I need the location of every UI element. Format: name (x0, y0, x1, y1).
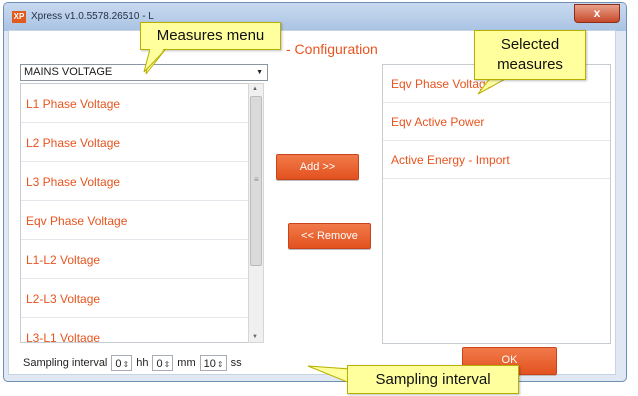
measures-list[interactable]: L1 Phase Voltage L2 Phase Voltage L3 Pha… (20, 83, 264, 343)
list-item[interactable]: Eqv Phase Voltage (21, 201, 263, 240)
minutes-value: 0 (156, 358, 163, 370)
seconds-stepper[interactable]: 10⇕ (199, 355, 227, 371)
stepper-arrows-icon[interactable]: ⇕ (123, 360, 130, 369)
measures-menu-callout-pointer (143, 46, 167, 73)
selected-measures-callout: Selected measures (474, 30, 586, 80)
list-item[interactable]: L3-L1 Voltage (21, 318, 263, 342)
scroll-down-arrow-icon[interactable]: ▼ (252, 334, 258, 340)
page-title: - Configuration (286, 41, 378, 57)
sampling-interval-label: Sampling interval (23, 357, 108, 369)
stepper-arrows-icon[interactable]: ⇕ (164, 360, 171, 369)
scrollbar-thumb[interactable]: ≡ (250, 96, 262, 266)
list-item[interactable]: L2-L3 Voltage (21, 279, 263, 318)
app-logo-icon: XP (12, 11, 26, 23)
seconds-unit-label: ss (230, 357, 242, 369)
minutes-unit-label: mm (177, 357, 196, 369)
title-bar[interactable]: XP Xpress v1.0.5578.26510 - L x (4, 3, 626, 31)
chevron-down-icon[interactable]: ▼ (256, 65, 263, 80)
seconds-value: 10 (203, 358, 216, 370)
remove-button[interactable]: << Remove (288, 223, 371, 249)
list-item[interactable]: L3 Phase Voltage (21, 162, 263, 201)
scroll-up-arrow-icon[interactable]: ▲ (252, 86, 258, 92)
grip-icon: ≡ (254, 175, 259, 184)
sampling-interval-row: Sampling interval 0⇕ hh 0⇕ mm 10⇕ ss (23, 353, 242, 373)
sampling-interval-callout: Sampling interval (347, 365, 519, 394)
list-item[interactable]: L1 Phase Voltage (21, 84, 263, 123)
hours-unit-label: hh (136, 357, 149, 369)
add-button[interactable]: Add >> (276, 154, 359, 180)
minutes-stepper[interactable]: 0⇕ (152, 355, 174, 371)
close-button[interactable]: x (574, 4, 620, 23)
list-item[interactable]: L1-L2 Voltage (21, 240, 263, 279)
measures-list-scrollbar[interactable]: ▲ ≡ ▼ (248, 83, 264, 343)
list-item[interactable]: L2 Phase Voltage (21, 123, 263, 162)
stepper-arrows-icon[interactable]: ⇕ (217, 360, 224, 369)
window-title: Xpress v1.0.5578.26510 - L (31, 11, 154, 22)
hours-value: 0 (115, 358, 122, 370)
list-item[interactable]: Active Energy - Import (383, 141, 610, 179)
measures-menu-value: MAINS VOLTAGE (24, 66, 113, 78)
hours-stepper[interactable]: 0⇕ (111, 355, 133, 371)
